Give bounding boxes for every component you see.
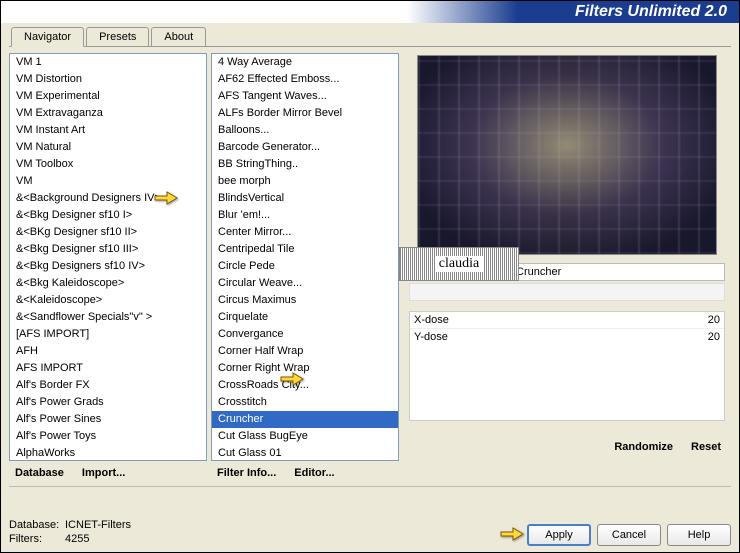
filter-item[interactable]: AF62 Effected Emboss...	[212, 71, 398, 88]
category-item[interactable]: VM Distortion	[10, 71, 206, 88]
tab-navigator[interactable]: Navigator	[11, 27, 84, 47]
separator	[9, 486, 731, 487]
category-item[interactable]: Alf's Border FX	[10, 377, 206, 394]
tab-content: VM 1VM DistortionVM ExperimentalVM Extra…	[9, 46, 731, 484]
param-value: 20	[708, 314, 720, 326]
filter-item[interactable]: Cirquelate	[212, 309, 398, 326]
randomize-button[interactable]: Randomize	[608, 439, 679, 455]
tab-about[interactable]: About	[151, 27, 206, 46]
filter-item[interactable]: Circus Maximus	[212, 292, 398, 309]
db-label: Database:	[9, 518, 65, 532]
param-value: 20	[708, 331, 720, 343]
filter-item[interactable]: Corner Half Wrap	[212, 343, 398, 360]
status-info: Database:ICNET-Filters Filters:4255	[9, 518, 131, 546]
cancel-button[interactable]: Cancel	[597, 524, 661, 546]
category-item[interactable]: VM Extravaganza	[10, 105, 206, 122]
filter-item[interactable]: Cut Glass 01	[212, 445, 398, 461]
category-item[interactable]: Alf's Power Grads	[10, 394, 206, 411]
filter-column: 4 Way AverageAF62 Effected Emboss...AFS …	[211, 53, 399, 484]
footer: Database:ICNET-Filters Filters:4255 Appl…	[9, 518, 731, 546]
category-item[interactable]: VM Instant Art	[10, 122, 206, 139]
category-item[interactable]: VM	[10, 173, 206, 190]
filter-item[interactable]: Barcode Generator...	[212, 139, 398, 156]
preview-area	[417, 55, 717, 255]
filter-item[interactable]: Cut Glass BugEye	[212, 428, 398, 445]
category-item[interactable]: &<Bkg Kaleidoscope>	[10, 275, 206, 292]
category-item[interactable]: &<Bkg Designer sf10 I>	[10, 207, 206, 224]
parameter-list: X-dose 20 Y-dose 20	[409, 311, 725, 421]
category-item[interactable]: &<Background Designers IV>	[10, 190, 206, 207]
filter-item[interactable]: Cruncher	[212, 411, 398, 428]
watermark-text: claudia	[435, 256, 483, 272]
editor-button[interactable]: Editor...	[288, 465, 340, 481]
filter-item[interactable]: Circular Weave...	[212, 275, 398, 292]
import-button[interactable]: Import...	[76, 465, 131, 481]
category-item[interactable]: &<Kaleidoscope>	[10, 292, 206, 309]
category-buttons: Database Import...	[9, 465, 207, 481]
app-title: Filters Unlimited 2.0	[575, 3, 727, 21]
filter-item[interactable]: Balloons...	[212, 122, 398, 139]
filter-item[interactable]: Centripedal Tile	[212, 241, 398, 258]
param-row[interactable]: X-dose 20	[410, 312, 724, 329]
filter-item[interactable]: AFS Tangent Waves...	[212, 88, 398, 105]
category-item[interactable]: AFS IMPORT	[10, 360, 206, 377]
apply-button[interactable]: Apply	[527, 524, 591, 546]
filter-item[interactable]: Blur 'em!...	[212, 207, 398, 224]
category-item[interactable]: &<Bkg Designers sf10 IV>	[10, 258, 206, 275]
preview-image	[418, 56, 716, 254]
progress-bar	[409, 283, 725, 301]
category-item[interactable]: &<BKg Designer sf10 II>	[10, 224, 206, 241]
filter-item[interactable]: Circle Pede	[212, 258, 398, 275]
help-button[interactable]: Help	[667, 524, 731, 546]
filter-item[interactable]: Center Mirror...	[212, 224, 398, 241]
filter-info-button[interactable]: Filter Info...	[211, 465, 282, 481]
param-name: Y-dose	[414, 331, 448, 343]
category-item[interactable]: &<Bkg Designer sf10 III>	[10, 241, 206, 258]
filter-listbox[interactable]: 4 Way AverageAF62 Effected Emboss...AFS …	[211, 53, 399, 461]
filter-item[interactable]: ALFs Border Mirror Bevel	[212, 105, 398, 122]
filter-item[interactable]: bee morph	[212, 173, 398, 190]
watermark: claudia	[399, 247, 519, 281]
parameter-panel: X-dose 20 Y-dose 20	[409, 311, 725, 421]
main-window: Filters Unlimited 2.0 Navigator Presets …	[0, 0, 740, 553]
filter-item[interactable]: BlindsVertical	[212, 190, 398, 207]
category-item[interactable]: &<Sandflower Specials"v" >	[10, 309, 206, 326]
filter-item[interactable]: CrossRoads City...	[212, 377, 398, 394]
filter-item[interactable]: Convergance	[212, 326, 398, 343]
reset-button[interactable]: Reset	[685, 439, 727, 455]
filters-count-label: Filters:	[9, 532, 65, 546]
filters-count-value: 4255	[65, 533, 89, 545]
category-item[interactable]: AlphaWorks	[10, 445, 206, 461]
db-value: ICNET-Filters	[65, 519, 131, 531]
database-button[interactable]: Database	[9, 465, 70, 481]
tab-presets[interactable]: Presets	[86, 27, 149, 46]
category-listbox[interactable]: VM 1VM DistortionVM ExperimentalVM Extra…	[9, 53, 207, 461]
category-item[interactable]: VM Toolbox	[10, 156, 206, 173]
titlebar: Filters Unlimited 2.0	[1, 1, 739, 23]
current-filter-label: Cruncher	[516, 266, 561, 278]
filter-buttons: Filter Info... Editor...	[211, 465, 399, 481]
category-item[interactable]: Alf's Power Toys	[10, 428, 206, 445]
category-column: VM 1VM DistortionVM ExperimentalVM Extra…	[9, 53, 207, 484]
category-item[interactable]: VM Natural	[10, 139, 206, 156]
category-item[interactable]: VM 1	[10, 54, 206, 71]
param-name: X-dose	[414, 314, 449, 326]
filter-item[interactable]: 4 Way Average	[212, 54, 398, 71]
tab-bar: Navigator Presets About	[11, 27, 739, 46]
param-row[interactable]: Y-dose 20	[410, 329, 724, 345]
category-item[interactable]: [AFS IMPORT]	[10, 326, 206, 343]
filter-item[interactable]: BB StringThing..	[212, 156, 398, 173]
category-item[interactable]: Alf's Power Sines	[10, 411, 206, 428]
category-item[interactable]: AFH	[10, 343, 206, 360]
filter-item[interactable]: Corner Right Wrap	[212, 360, 398, 377]
category-item[interactable]: VM Experimental	[10, 88, 206, 105]
preview-buttons: Randomize Reset	[403, 439, 731, 455]
dialog-buttons: Apply Cancel Help	[527, 524, 731, 546]
filter-item[interactable]: Crosstitch	[212, 394, 398, 411]
